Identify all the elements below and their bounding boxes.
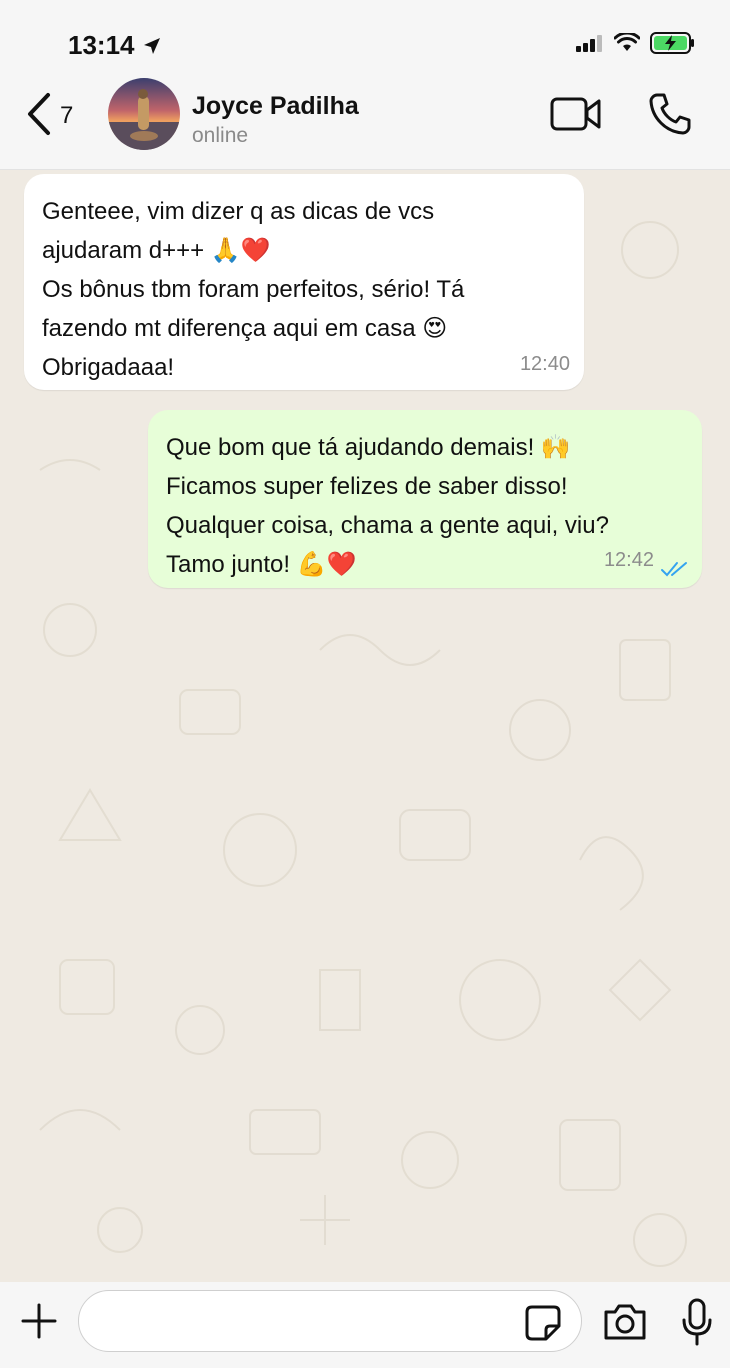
message-input[interactable] [78, 1290, 582, 1352]
attach-button[interactable] [20, 1302, 58, 1345]
message-line: Obrigadaaa! [42, 354, 175, 381]
phone-icon [649, 93, 691, 135]
battery-charging-icon [650, 32, 694, 54]
message-line: Ficamos super felizes de saber disso! [166, 473, 568, 500]
wifi-icon [614, 33, 640, 51]
message-line: fazendo mt diferença aqui em casa 😍 [42, 315, 448, 342]
avatar-photo [108, 78, 180, 150]
contact-name[interactable]: Joyce Padilha [192, 92, 359, 121]
avatar[interactable] [108, 78, 180, 150]
status-indicators [576, 32, 696, 54]
back-button[interactable]: 7 [26, 92, 73, 136]
input-bar [0, 1282, 730, 1368]
read-receipt-icon [661, 562, 687, 577]
message-timestamp: 12:42 [603, 549, 654, 571]
sticker-icon [525, 1305, 561, 1341]
microphone-button[interactable] [680, 1298, 714, 1351]
voice-call-button[interactable] [648, 92, 692, 141]
sticker-button[interactable] [524, 1304, 562, 1347]
microphone-icon [682, 1298, 712, 1346]
camera-icon [604, 1304, 646, 1340]
message-line: Genteee, vim dizer q as dicas de vcs [42, 198, 435, 225]
message-timestamp: 12:40 [519, 353, 570, 375]
video-camera-icon [550, 97, 601, 131]
chevron-left-icon [28, 93, 50, 135]
message-line: Os bônus tbm foram perfeitos, sério! Tá [42, 276, 465, 303]
camera-button[interactable] [602, 1302, 648, 1347]
plus-icon [21, 1303, 57, 1339]
location-arrow-icon [143, 37, 160, 54]
incoming-message-bubble[interactable]: Genteee, vim dizer q as dicas de vcs aju… [24, 174, 584, 390]
message-line: ajudaram d+++ 🙏❤️ [42, 237, 271, 264]
contact-status: online [192, 124, 249, 147]
clock-text: 13:14 [68, 30, 135, 60]
signal-icon [576, 35, 602, 52]
message-line: Qualquer coisa, chama a gente aqui, viu? [166, 512, 609, 539]
message-line: Que bom que tá ajudando demais! 🙌 [166, 434, 571, 461]
outgoing-message-bubble[interactable]: Que bom que tá ajudando demais! 🙌 Ficamo… [148, 410, 702, 588]
status-time: 13:14 [68, 30, 161, 61]
chat-area[interactable]: Genteee, vim dizer q as dicas de vcs aju… [0, 170, 730, 1282]
unread-count: 7 [60, 102, 74, 129]
chat-header: 7 Joyce Padilha online [0, 70, 730, 170]
video-call-button[interactable] [550, 96, 602, 137]
